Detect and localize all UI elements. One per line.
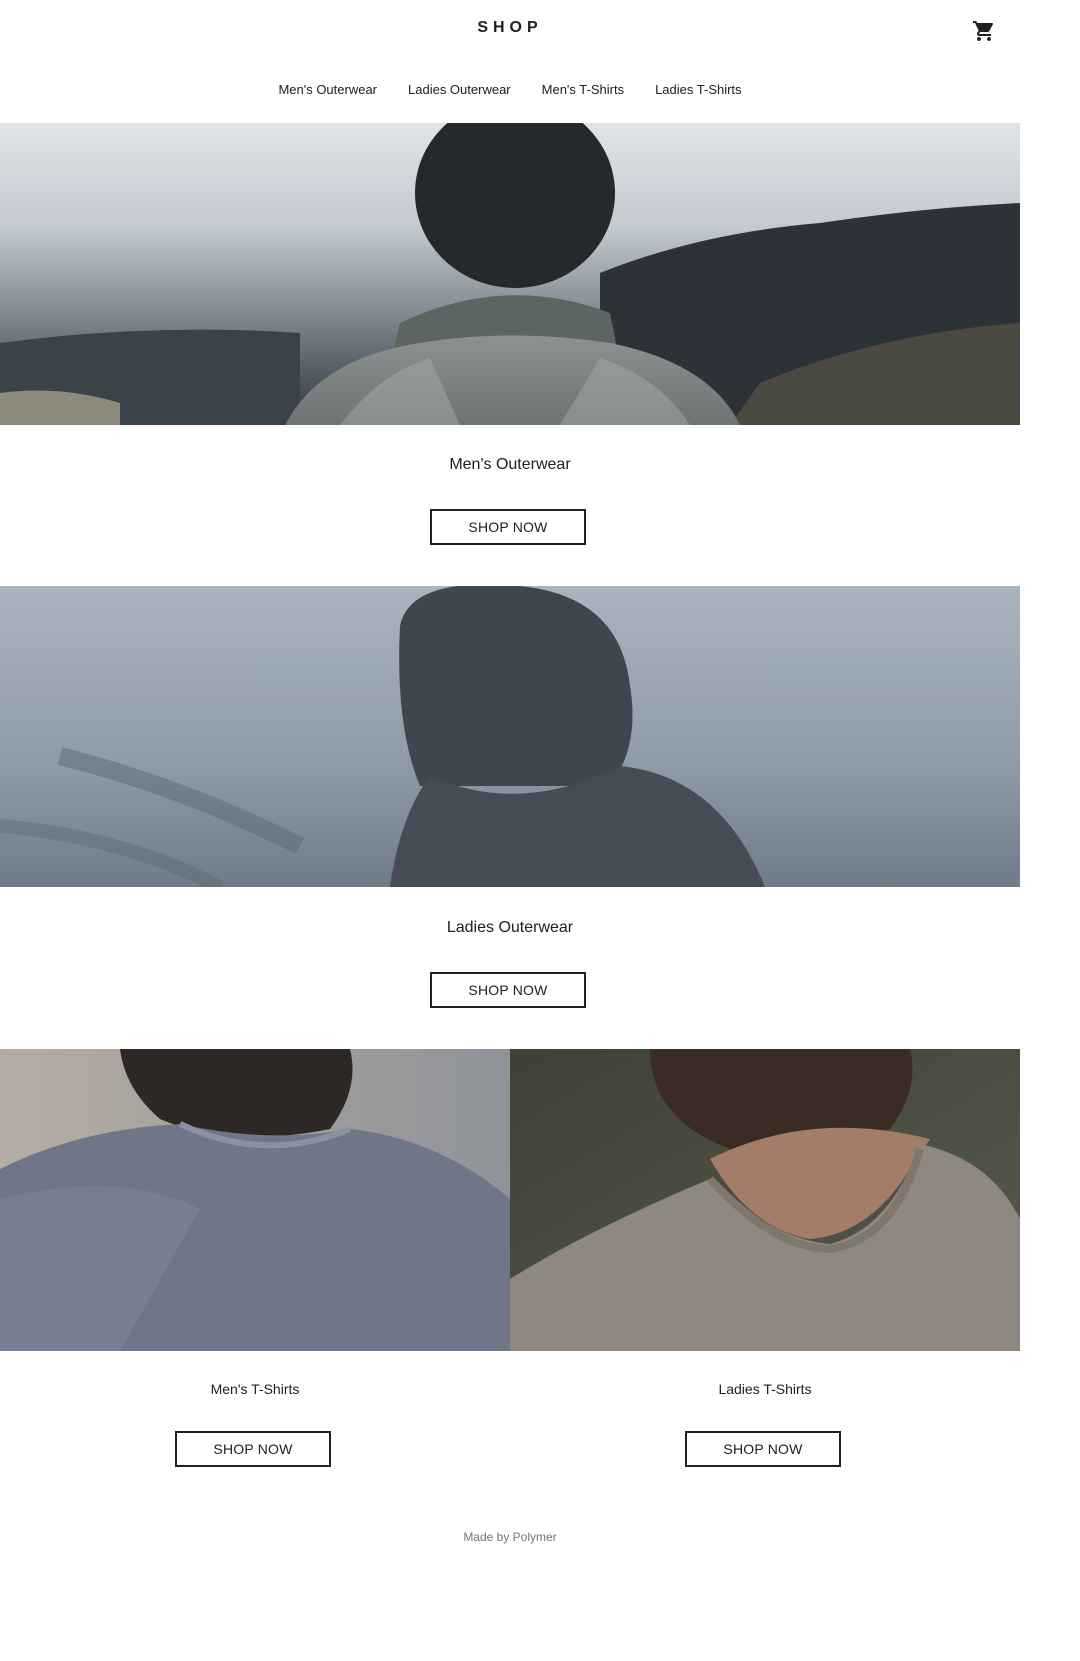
item-title-ladies-tshirts: Ladies T-Shirts — [718, 1381, 812, 1397]
item-title-ladies-outerwear: Ladies Outerwear — [446, 919, 574, 936]
tab-mens-outerwear[interactable]: Men's Outerwear — [278, 76, 377, 103]
item-title-mens-tshirts: Men's T-Shirts — [210, 1381, 300, 1397]
shop-now-button-ladies-outerwear[interactable]: SHOP NOW — [430, 972, 586, 1008]
made-by-polymer-link[interactable]: Made by Polymer — [463, 1530, 556, 1544]
shop-now-button-mens-outerwear[interactable]: SHOP NOW — [430, 509, 586, 545]
mens-tshirts-image[interactable] — [0, 1049, 510, 1351]
footer: Made by Polymer — [0, 1530, 1020, 1544]
app-header: SHOP — [0, 0, 1020, 62]
mens-outerwear-image[interactable] — [0, 123, 1020, 425]
shop-logo[interactable]: SHOP — [0, 19, 1020, 37]
shopping-cart-icon[interactable] — [972, 19, 996, 43]
ladies-tshirts-image[interactable] — [510, 1049, 1020, 1351]
tab-ladies-tshirts[interactable]: Ladies T-Shirts — [655, 76, 741, 103]
tab-mens-tshirts[interactable]: Men's T-Shirts — [542, 76, 624, 103]
shop-now-button-ladies-tshirts[interactable]: SHOP NOW — [685, 1431, 841, 1467]
shop-now-button-mens-tshirts[interactable]: SHOP NOW — [175, 1431, 331, 1467]
ladies-outerwear-image[interactable] — [0, 586, 1020, 887]
shop-page: SHOP Men's Outerwear Ladies Outerwear Me… — [0, 0, 1020, 1661]
category-tabs: Men's Outerwear Ladies Outerwear Men's T… — [0, 76, 1020, 103]
tab-ladies-outerwear[interactable]: Ladies Outerwear — [408, 76, 511, 103]
item-title-mens-outerwear: Men's Outerwear — [449, 456, 571, 473]
